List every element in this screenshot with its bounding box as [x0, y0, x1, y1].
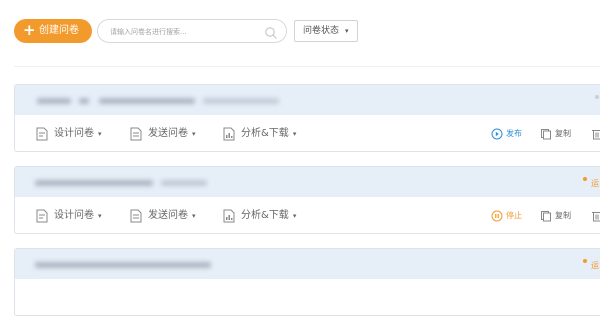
chevron-down-icon: ▾	[292, 212, 297, 220]
survey-card: 设计问卷 ▾ 发送问卷 ▾ 分析&下载 ▾ 发布 复制	[14, 84, 600, 152]
survey-card: 运 设计问卷 ▾ 发送问卷 ▾ 分析&下载 ▾ 停止 复制	[14, 166, 600, 234]
design-survey-label: 设计问卷	[54, 210, 94, 221]
design-survey-label: 设计问卷	[54, 128, 94, 139]
search-icon[interactable]	[264, 25, 278, 39]
survey-status-dropdown[interactable]: 问卷状态 ▾	[294, 20, 358, 42]
copy-icon	[541, 129, 551, 140]
survey-status-text: 运	[591, 261, 599, 270]
status-dot	[595, 95, 599, 99]
send-doc-icon	[130, 209, 142, 223]
survey-card-actions: 设计问卷 ▾ 发送问卷 ▾ 分析&下载 ▾ 停止 复制	[15, 197, 600, 233]
chevron-down-icon: ▾	[192, 130, 196, 138]
publish-label: 发布	[506, 129, 522, 138]
plus-icon: +	[23, 21, 36, 39]
pause-icon	[491, 210, 503, 222]
blurred-survey-title	[35, 262, 211, 268]
status-dot	[583, 177, 587, 181]
send-doc-icon	[130, 127, 142, 141]
copy-icon	[541, 211, 551, 222]
chevron-down-icon: ▾	[98, 130, 102, 138]
survey-card-header: 运	[15, 167, 600, 197]
analyze-download-label: 分析&下载	[241, 210, 289, 221]
chevron-down-icon: ▾	[292, 130, 297, 138]
blurred-survey-title	[79, 98, 89, 104]
divider	[14, 66, 600, 67]
create-survey-button[interactable]: + 创建问卷	[14, 19, 92, 43]
send-survey-label: 发送问卷	[148, 128, 188, 139]
analyze-download-label: 分析&下载	[241, 128, 289, 139]
chevron-down-icon: ▾	[98, 212, 102, 220]
stop-label: 停止	[506, 211, 522, 220]
chart-doc-icon	[223, 209, 235, 223]
survey-card-header	[15, 85, 600, 115]
survey-card-actions: 设计问卷 ▾ 发送问卷 ▾ 分析&下载 ▾ 发布 复制	[15, 115, 600, 151]
copy-label: 复制	[555, 129, 571, 138]
search-input[interactable]	[108, 23, 262, 41]
status-dot	[583, 259, 587, 263]
play-icon	[491, 128, 503, 140]
survey-card-header: 运	[15, 249, 600, 279]
blurred-survey-title	[203, 98, 279, 104]
edit-doc-icon	[36, 127, 48, 141]
trash-icon	[592, 212, 600, 222]
blurred-survey-title	[37, 98, 71, 104]
survey-status-label: 问卷状态	[303, 26, 340, 36]
search-box	[97, 19, 287, 43]
chevron-down-icon: ▾	[345, 27, 349, 35]
blurred-survey-title	[161, 180, 207, 186]
survey-status-text: 运	[591, 179, 599, 188]
survey-card: 运	[14, 248, 600, 316]
chevron-down-icon: ▾	[192, 212, 196, 220]
copy-label: 复制	[555, 211, 571, 220]
chart-doc-icon	[223, 127, 235, 141]
create-survey-label: 创建问卷	[39, 25, 79, 36]
blurred-survey-title	[35, 180, 153, 186]
blurred-survey-title	[99, 98, 195, 104]
send-survey-label: 发送问卷	[148, 210, 188, 221]
toolbar: + 创建问卷 问卷状态 ▾	[0, 0, 600, 60]
trash-icon	[592, 130, 600, 140]
edit-doc-icon	[36, 209, 48, 223]
